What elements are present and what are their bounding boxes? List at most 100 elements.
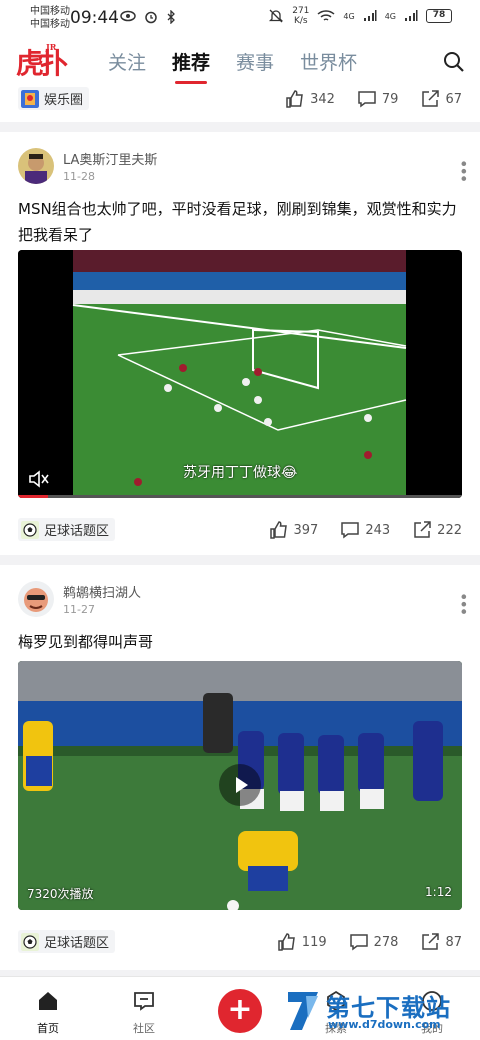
watermark: 第七下载站 www.d7down.com	[284, 988, 474, 1036]
comment-count: 278	[373, 934, 399, 950]
signal-1-icon	[363, 10, 377, 21]
share-count: 87	[445, 934, 462, 950]
post-date: 11-27	[63, 603, 95, 616]
battery-indicator: 78	[426, 9, 452, 23]
post-create-button[interactable]: +	[218, 989, 262, 1033]
post-text[interactable]: MSN组合也太帅了吧，平时没看足球，刚刷到锦集，观赏性和实力把我看呆了	[18, 196, 462, 248]
topic-tag[interactable]: 娱乐圈	[18, 87, 90, 110]
like-count: 397	[293, 522, 319, 538]
thumb-up-icon	[278, 933, 295, 951]
post-stats: 119 278 87	[277, 932, 462, 952]
football-icon	[21, 932, 39, 951]
status-icons-right: 271 K/s 4G 4G 78	[268, 6, 452, 26]
like-button[interactable]: 342	[285, 89, 335, 109]
post-card[interactable]: LA奥斯汀里夫斯 11-28 ••• MSN组合也太帅了吧，平时没看足球，刚刷到…	[0, 132, 480, 555]
share-button[interactable]: 67	[420, 89, 462, 109]
tab-matches[interactable]: 赛事	[236, 48, 274, 75]
video-frame	[18, 250, 462, 498]
watermark-url: www.d7down.com	[328, 1018, 441, 1031]
tab-world-cup[interactable]: 世界杯	[300, 48, 357, 75]
comment-icon	[341, 522, 360, 539]
carrier-1: 中国移动	[30, 6, 70, 17]
author-name[interactable]: LA奥斯汀里夫斯	[63, 149, 157, 168]
more-icon[interactable]: •••	[454, 592, 473, 614]
topic-tag-label: 娱乐圈	[44, 93, 84, 108]
share-icon	[414, 521, 431, 538]
nav-community-label: 社区	[133, 1022, 155, 1035]
prev-post-footer: 娱乐圈 342 79 67	[0, 86, 480, 122]
nav-home[interactable]: 首页	[18, 989, 78, 1036]
tab-recommend[interactable]: 推荐	[172, 48, 210, 84]
video-player[interactable]: 苏牙用丁丁做球😂	[18, 250, 462, 498]
comment-button[interactable]: 79	[357, 89, 399, 109]
signal-2-label: 4G	[384, 11, 396, 21]
net-speed: 271 K/s	[292, 6, 309, 26]
comment-count: 243	[365, 522, 391, 538]
top-navigation: 虎扑 JR 关注 推荐 赛事 世界杯	[0, 36, 480, 86]
community-icon	[134, 992, 154, 1011]
carrier-labels: 中国移动 中国移动	[30, 5, 70, 31]
like-button[interactable]: 397	[269, 520, 319, 540]
prev-post-stats: 342 79 67	[285, 89, 462, 109]
search-icon[interactable]	[442, 50, 466, 74]
football-icon	[21, 520, 39, 539]
avatar[interactable]	[18, 148, 54, 184]
share-button[interactable]: 87	[420, 932, 462, 952]
alarm-icon	[145, 11, 157, 24]
like-count: 119	[301, 934, 327, 950]
net-speed-unit: K/s	[294, 16, 308, 26]
topic-tag-label: 足球话题区	[44, 524, 110, 539]
wifi-icon	[317, 10, 335, 21]
tab-follow[interactable]: 关注	[108, 48, 146, 75]
mute-icon	[269, 9, 284, 23]
like-count: 342	[310, 91, 335, 107]
logo-sub: JR	[46, 42, 57, 52]
ent-circle-icon	[21, 89, 39, 108]
signal-2-icon	[405, 10, 418, 21]
post-card[interactable]: 鹈鹕横扫湖人 11-27 ••• 梅罗见到都得叫声哥 7320次播放 1:12 …	[0, 565, 480, 970]
thumb-up-icon	[286, 90, 303, 108]
share-icon	[422, 90, 440, 107]
like-button[interactable]: 119	[277, 932, 327, 952]
share-button[interactable]: 222	[412, 520, 462, 540]
comment-button[interactable]: 278	[349, 932, 399, 952]
comment-icon	[358, 91, 376, 108]
eye-icon	[120, 10, 136, 22]
tab-bar: 关注 推荐 赛事 世界杯	[108, 48, 357, 84]
video-caption: 苏牙用丁丁做球😂	[183, 465, 298, 481]
post-date: 11-28	[63, 170, 95, 183]
share-count: 222	[437, 522, 462, 538]
avatar[interactable]	[18, 581, 54, 617]
video-duration: 1:12	[425, 885, 452, 899]
avatar-image	[18, 581, 54, 617]
thumb-up-icon	[269, 521, 287, 539]
avatar-image	[18, 148, 54, 184]
app-logo[interactable]: 虎扑 JR	[16, 42, 68, 82]
post-text[interactable]: 梅罗见到都得叫声哥	[18, 629, 462, 655]
comment-count: 79	[381, 91, 399, 107]
status-icons-left	[120, 10, 176, 24]
play-button[interactable]	[219, 764, 261, 806]
nav-home-label: 首页	[37, 1022, 59, 1035]
comment-icon	[349, 934, 368, 951]
post-stats: 397 243 222	[269, 520, 462, 540]
topic-tag[interactable]: 足球话题区	[18, 930, 116, 953]
home-icon	[39, 992, 57, 1010]
nav-community[interactable]: 社区	[114, 989, 174, 1036]
bluetooth-icon	[167, 10, 175, 24]
share-icon	[422, 933, 440, 950]
clock: 09:44	[70, 8, 119, 28]
signal-1-label: 4G	[343, 11, 355, 21]
share-count: 67	[445, 91, 462, 107]
more-icon[interactable]: •••	[454, 159, 473, 181]
net-speed-value: 271	[292, 6, 310, 16]
video-player[interactable]: 7320次播放 1:12	[18, 661, 462, 910]
watermark-logo-icon	[288, 992, 318, 1030]
carrier-2: 中国移动	[30, 19, 70, 30]
comment-button[interactable]: 243	[340, 520, 390, 540]
topic-tag[interactable]: 足球话题区	[18, 518, 116, 541]
author-name[interactable]: 鹈鹕横扫湖人	[63, 582, 141, 601]
logo-text: 虎扑	[16, 47, 68, 80]
play-icon	[236, 777, 248, 793]
mute-toggle-icon[interactable]	[28, 470, 50, 488]
